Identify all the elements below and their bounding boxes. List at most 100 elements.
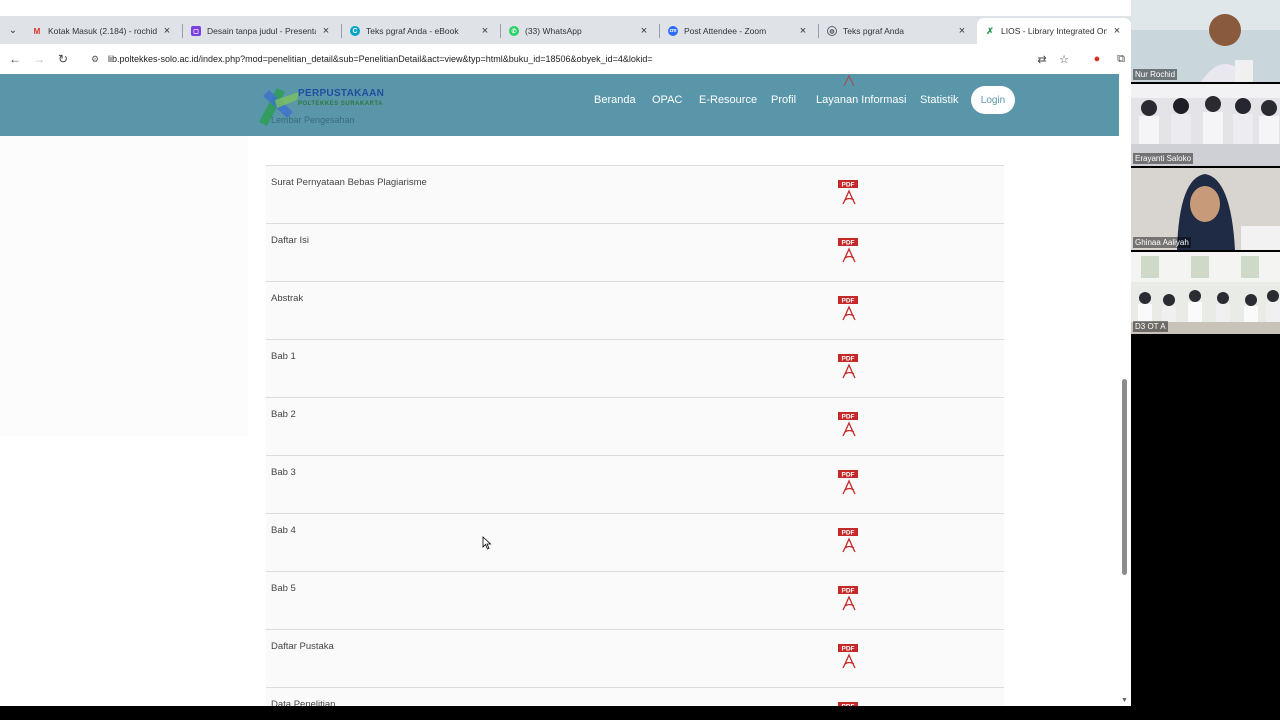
list-item: Daftar Pustaka PDF — [266, 629, 1004, 687]
document-label: Surat Pernyataan Bebas Plagiarisme — [271, 177, 427, 188]
close-icon[interactable]: × — [797, 25, 809, 37]
nav-opac[interactable]: OPAC — [652, 94, 682, 106]
pdf-badge-text: PDF — [842, 356, 855, 363]
globe-icon: ◍ — [827, 26, 837, 36]
document-label: Data Penelitian — [271, 699, 336, 706]
pdf-badge-text: PDF — [842, 530, 855, 537]
close-icon[interactable]: × — [320, 25, 332, 37]
document-label: Bab 4 — [271, 525, 296, 536]
pdf-badge-text: PDF — [842, 298, 855, 305]
participant-video[interactable]: D3 OT A — [1131, 252, 1280, 334]
whatsapp-icon: ✆ — [509, 26, 519, 36]
site-navbar: PERPUSTAKAAN POLTEKKES SURAKARTA Lembar … — [0, 74, 1131, 136]
tab-teks[interactable]: ◍ Teks pgraf Anda × — [819, 18, 976, 44]
pdf-icon[interactable]: PDF — [836, 352, 862, 380]
site-info-icon[interactable]: ⚙ — [86, 50, 104, 68]
list-item: Abstrak PDF — [266, 281, 1004, 339]
tab-canva-presentation[interactable]: ▢ Desain tanpa judul - Presentasi × — [183, 18, 340, 44]
close-icon[interactable]: × — [956, 25, 968, 37]
list-item: Bab 5 PDF — [266, 571, 1004, 629]
pdf-icon[interactable]: PDF — [836, 642, 862, 670]
pdf-icon[interactable]: PDF — [836, 410, 862, 438]
extensions-puzzle-icon[interactable]: ⧉ — [1113, 51, 1129, 67]
left-panel — [0, 136, 248, 436]
pdf-badge-text: PDF — [842, 240, 855, 247]
list-item: Bab 4 PDF — [266, 513, 1004, 571]
screen-bottom-bar — [0, 706, 1131, 720]
pdf-icon[interactable]: PDF — [836, 178, 862, 206]
list-item: Daftar Isi PDF — [266, 223, 1004, 281]
nav-layanan-informasi[interactable]: Layanan Informasi — [816, 94, 907, 106]
pdf-icon[interactable]: PDF — [836, 236, 862, 264]
tab-title: Teks pgraf Anda - eBook — [366, 26, 459, 36]
tab-title: (33) WhatsApp — [525, 26, 582, 36]
gmail-icon: M — [33, 26, 41, 36]
tab-whatsapp[interactable]: ✆ (33) WhatsApp × — [501, 18, 658, 44]
page-scrollbar[interactable]: ▼ — [1119, 74, 1131, 706]
nav-profil[interactable]: Profil — [771, 94, 796, 106]
document-label: Bab 2 — [271, 409, 296, 420]
list-item: Surat Pernyataan Bebas Plagiarisme PDF — [266, 165, 1004, 223]
participant-video[interactable]: Ghinaa Aaliyah — [1131, 168, 1280, 250]
tab-lios[interactable]: ✗ LIOS - Library Integrated Onlin × — [977, 18, 1131, 44]
web-page: Surat Pernyataan Bebas Plagiarisme PDF Daf… — [0, 74, 1131, 706]
pdf-icon[interactable]: PDF — [836, 468, 862, 496]
back-icon[interactable]: ← — [7, 51, 23, 67]
tab-title: Teks pgraf Anda — [843, 26, 904, 36]
pdf-badge-text: PDF — [842, 472, 855, 479]
lios-icon: ✗ — [986, 25, 994, 36]
zoom-participants-panel: Nur Rochid Erayanti Saloko Ghinaa Aaliya… — [1131, 0, 1280, 720]
tab-gmail[interactable]: M Kotak Masuk (2.184) - rochid09 × — [24, 18, 181, 44]
nav-beranda[interactable]: Beranda — [594, 94, 636, 106]
participant-video[interactable]: Nur Rochid — [1131, 0, 1280, 82]
pdf-badge-text: PDF — [842, 588, 855, 595]
tab-title: Desain tanpa judul - Presentasi — [207, 26, 316, 36]
tab-search-icon[interactable]: ⌄ — [4, 21, 22, 39]
scroll-thumb[interactable] — [1122, 379, 1127, 575]
address-bar[interactable]: ⚙ lib.poltekkes-solo.ac.id/index.php?mod… — [80, 48, 1080, 70]
tab-zoom[interactable]: zm Post Attendee - Zoom × — [660, 18, 817, 44]
list-item: Bab 2 PDF — [266, 397, 1004, 455]
pdf-icon-ghost — [843, 74, 855, 87]
document-label: Daftar Isi — [271, 235, 310, 246]
close-icon[interactable]: × — [479, 25, 491, 37]
list-item: Bab 1 PDF — [266, 339, 1004, 397]
document-label: Bab 5 — [271, 583, 296, 594]
canva-icon: ▢ — [191, 26, 201, 36]
participant-video[interactable]: Erayanti Saloko — [1131, 84, 1280, 166]
url-text[interactable]: lib.poltekkes-solo.ac.id/index.php?mod=p… — [108, 54, 653, 64]
close-icon[interactable]: × — [638, 25, 650, 37]
scroll-down-arrow-icon[interactable]: ▼ — [1121, 697, 1128, 704]
reload-icon[interactable]: ↻ — [55, 51, 71, 67]
nav-e-resource[interactable]: E-Resource — [699, 94, 757, 106]
tab-strip: ⌄ M Kotak Masuk (2.184) - rochid09 × ▢ D… — [0, 16, 1131, 44]
browser-window: ⌄ M Kotak Masuk (2.184) - rochid09 × ▢ D… — [0, 0, 1131, 706]
pdf-icon[interactable]: PDF — [836, 584, 862, 612]
participant-name: Ghinaa Aaliyah — [1133, 237, 1191, 248]
document-label: Bab 1 — [271, 351, 296, 362]
participant-name: Erayanti Saloko — [1133, 153, 1194, 164]
participant-name: D3 OT A — [1133, 321, 1168, 332]
close-icon[interactable]: × — [161, 25, 173, 37]
login-button[interactable]: Login — [971, 86, 1015, 114]
extension-icon[interactable]: ● — [1089, 51, 1105, 67]
list-item: Bab 3 PDF — [266, 455, 1004, 513]
logo-text: PERPUSTAKAAN — [298, 88, 385, 99]
mouse-cursor-icon — [482, 536, 492, 550]
logo-subtext: POLTEKKES SURAKARTA — [298, 101, 383, 107]
canva-c-icon: C — [350, 26, 360, 36]
close-icon[interactable]: × — [1111, 25, 1123, 37]
tab-ebook[interactable]: C Teks pgraf Anda - eBook × — [342, 18, 499, 44]
nav-statistik[interactable]: Statistik — [920, 94, 959, 106]
tab-title: LIOS - Library Integrated Onlin — [1001, 26, 1107, 36]
browser-toolbar: ← → ↻ ⚙ lib.poltekkes-solo.ac.id/index.p… — [0, 44, 1131, 74]
participant-name: Nur Rochid — [1133, 69, 1178, 80]
pdf-badge-text: PDF — [842, 182, 855, 189]
ghost-row-label: Lembar Pengesahan — [271, 115, 355, 125]
tab-title: Kotak Masuk (2.184) - rochid09 — [48, 26, 157, 36]
translate-icon[interactable]: ⇄ — [1034, 51, 1050, 67]
pdf-icon[interactable]: PDF — [836, 526, 862, 554]
bookmark-star-icon[interactable]: ☆ — [1056, 51, 1072, 67]
pdf-icon[interactable]: PDF — [836, 294, 862, 322]
forward-icon[interactable]: → — [31, 51, 47, 67]
